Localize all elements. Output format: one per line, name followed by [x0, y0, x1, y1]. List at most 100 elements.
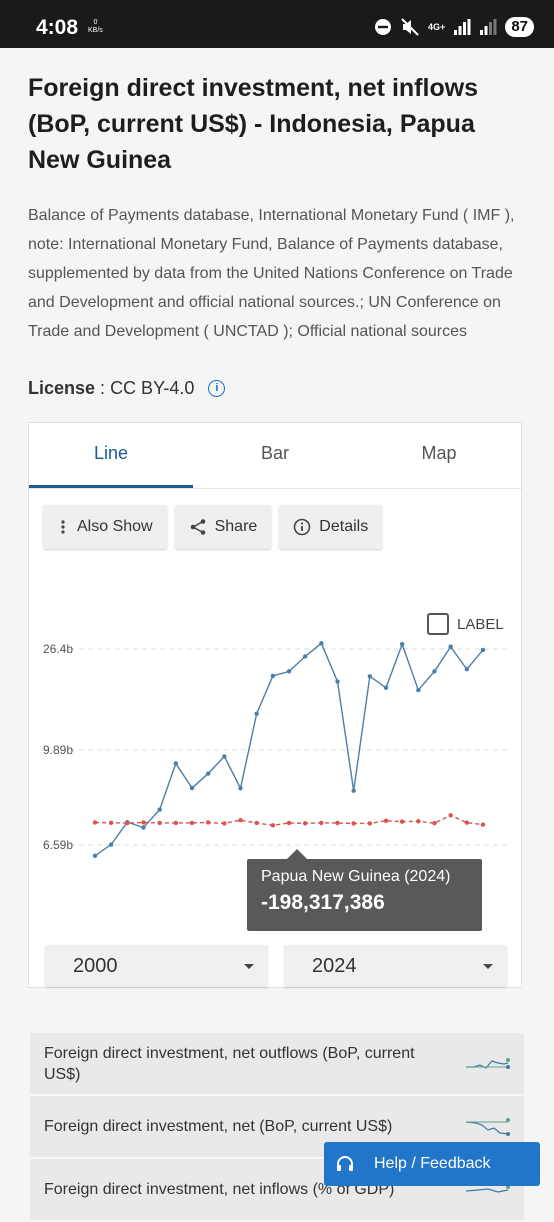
sparkline-icon — [465, 1117, 510, 1136]
details-button[interactable]: Details — [279, 505, 383, 549]
share-button[interactable]: Share — [174, 505, 272, 549]
data-point[interactable] — [319, 641, 324, 646]
data-point[interactable] — [464, 667, 470, 672]
data-point[interactable] — [205, 771, 211, 776]
data-point[interactable] — [383, 818, 389, 823]
sparkline-icon — [466, 1057, 510, 1069]
data-point[interactable] — [286, 820, 292, 826]
data-point[interactable] — [416, 819, 421, 824]
data-point[interactable] — [222, 821, 227, 826]
also-show-button[interactable]: Also Show — [43, 505, 167, 549]
data-point[interactable] — [238, 817, 243, 823]
data-point[interactable] — [464, 820, 470, 825]
y-tick-label: 6.59b — [43, 838, 73, 852]
info-icon[interactable]: i — [208, 380, 226, 397]
data-point[interactable] — [399, 819, 405, 824]
also-show-label: Also Show — [77, 518, 153, 535]
data-point[interactable] — [222, 754, 227, 759]
data-point[interactable] — [157, 807, 162, 812]
source-description: Balance of Payments database, Internatio… — [28, 207, 515, 340]
data-point[interactable] — [399, 642, 405, 647]
data-point[interactable] — [351, 821, 356, 826]
data-point[interactable] — [125, 820, 130, 826]
data-point[interactable] — [432, 820, 437, 826]
tab-bar[interactable]: Bar — [193, 423, 357, 488]
tooltip-value: -198,317,386 — [261, 891, 385, 914]
chevron-down-icon — [483, 963, 493, 969]
license-line: License : CC BY-4.0 i — [28, 378, 226, 399]
data-point[interactable] — [205, 820, 211, 825]
related-item-label: Foreign direct investment, net (BoP, cur… — [44, 1118, 393, 1135]
info-circle-icon — [293, 518, 311, 536]
data-point[interactable] — [383, 685, 389, 690]
do-not-disturb-icon — [375, 19, 392, 35]
data-point[interactable] — [157, 820, 162, 826]
license-label: License — [28, 378, 96, 398]
page-title: Foreign direct investment, net inflows (… — [28, 74, 479, 174]
y-tick-label: 9.89b — [43, 743, 73, 757]
data-point[interactable] — [108, 820, 114, 825]
y-tick-label: 26.4b — [43, 642, 73, 656]
data-point[interactable] — [141, 825, 146, 830]
data-point[interactable] — [319, 820, 324, 826]
headset-icon — [337, 1156, 353, 1171]
network-speed-unit: KB/s — [88, 27, 103, 34]
mute-icon — [401, 18, 419, 36]
data-point[interactable] — [238, 786, 243, 791]
related-item[interactable]: Foreign direct investment, net outflows … — [30, 1033, 524, 1096]
data-point[interactable] — [254, 711, 259, 716]
data-point[interactable] — [416, 687, 421, 693]
data-point[interactable] — [480, 822, 486, 827]
data-point[interactable] — [448, 813, 453, 818]
data-point[interactable] — [286, 669, 292, 674]
data-point[interactable] — [448, 644, 453, 649]
data-point[interactable] — [367, 821, 373, 826]
year-range: 2000 2024 — [45, 945, 507, 987]
status-time: 4:08 — [36, 16, 79, 39]
data-point[interactable] — [270, 823, 276, 828]
data-point[interactable] — [108, 842, 114, 847]
data-point[interactable] — [335, 820, 340, 826]
data-point[interactable] — [302, 821, 308, 826]
data-point[interactable] — [141, 820, 146, 825]
battery-indicator: 87 — [505, 17, 534, 37]
data-point[interactable] — [351, 788, 356, 793]
status-icons: 4G+ 87 — [374, 16, 534, 38]
more-vertical-icon — [61, 520, 65, 534]
data-point[interactable] — [432, 669, 437, 674]
data-point[interactable] — [189, 785, 195, 791]
chevron-down-icon — [244, 963, 254, 969]
tab-map[interactable]: Map — [357, 423, 521, 488]
data-point[interactable] — [270, 673, 276, 679]
license-value: CC BY-4.0 — [110, 378, 195, 398]
related-item-label: Foreign direct investment, net outflows … — [44, 1044, 415, 1083]
details-label: Details — [319, 518, 369, 535]
data-point[interactable] — [335, 679, 340, 684]
page: Foreign direct investment, net inflows (… — [0, 48, 554, 1222]
data-point[interactable] — [189, 820, 195, 826]
data-point[interactable] — [367, 674, 373, 679]
data-point[interactable] — [173, 761, 179, 766]
data-point[interactable] — [302, 654, 308, 659]
signal-icon-2 — [480, 19, 497, 35]
end-year-value: 2024 — [312, 954, 357, 977]
data-point[interactable] — [480, 647, 486, 653]
chart-tabs: Line Bar Map — [29, 423, 521, 489]
help-feedback-label: Help / Feedback — [374, 1155, 491, 1172]
data-point[interactable] — [173, 820, 179, 826]
tooltip-series: Papua New Guinea (2024) — [261, 868, 451, 885]
chart-tooltip: Papua New Guinea (2024) -198,317,386 — [247, 849, 482, 931]
status-bar: 4:08 0 KB/s 4G+ 87 — [0, 0, 554, 48]
help-feedback-button[interactable]: Help / Feedback — [324, 1142, 540, 1186]
tab-line[interactable]: Line — [29, 423, 193, 488]
start-year-value: 2000 — [73, 954, 118, 977]
share-label: Share — [214, 518, 258, 535]
start-year-select[interactable]: 2000 — [45, 945, 268, 987]
data-point[interactable] — [92, 820, 98, 825]
end-year-select[interactable]: 2024 — [284, 945, 507, 987]
network-speed-value: 0 — [93, 19, 98, 26]
license-separator: : — [95, 378, 111, 398]
network-speed: 0 KB/s — [88, 19, 103, 35]
data-point[interactable] — [254, 820, 259, 826]
data-point[interactable] — [92, 853, 98, 858]
